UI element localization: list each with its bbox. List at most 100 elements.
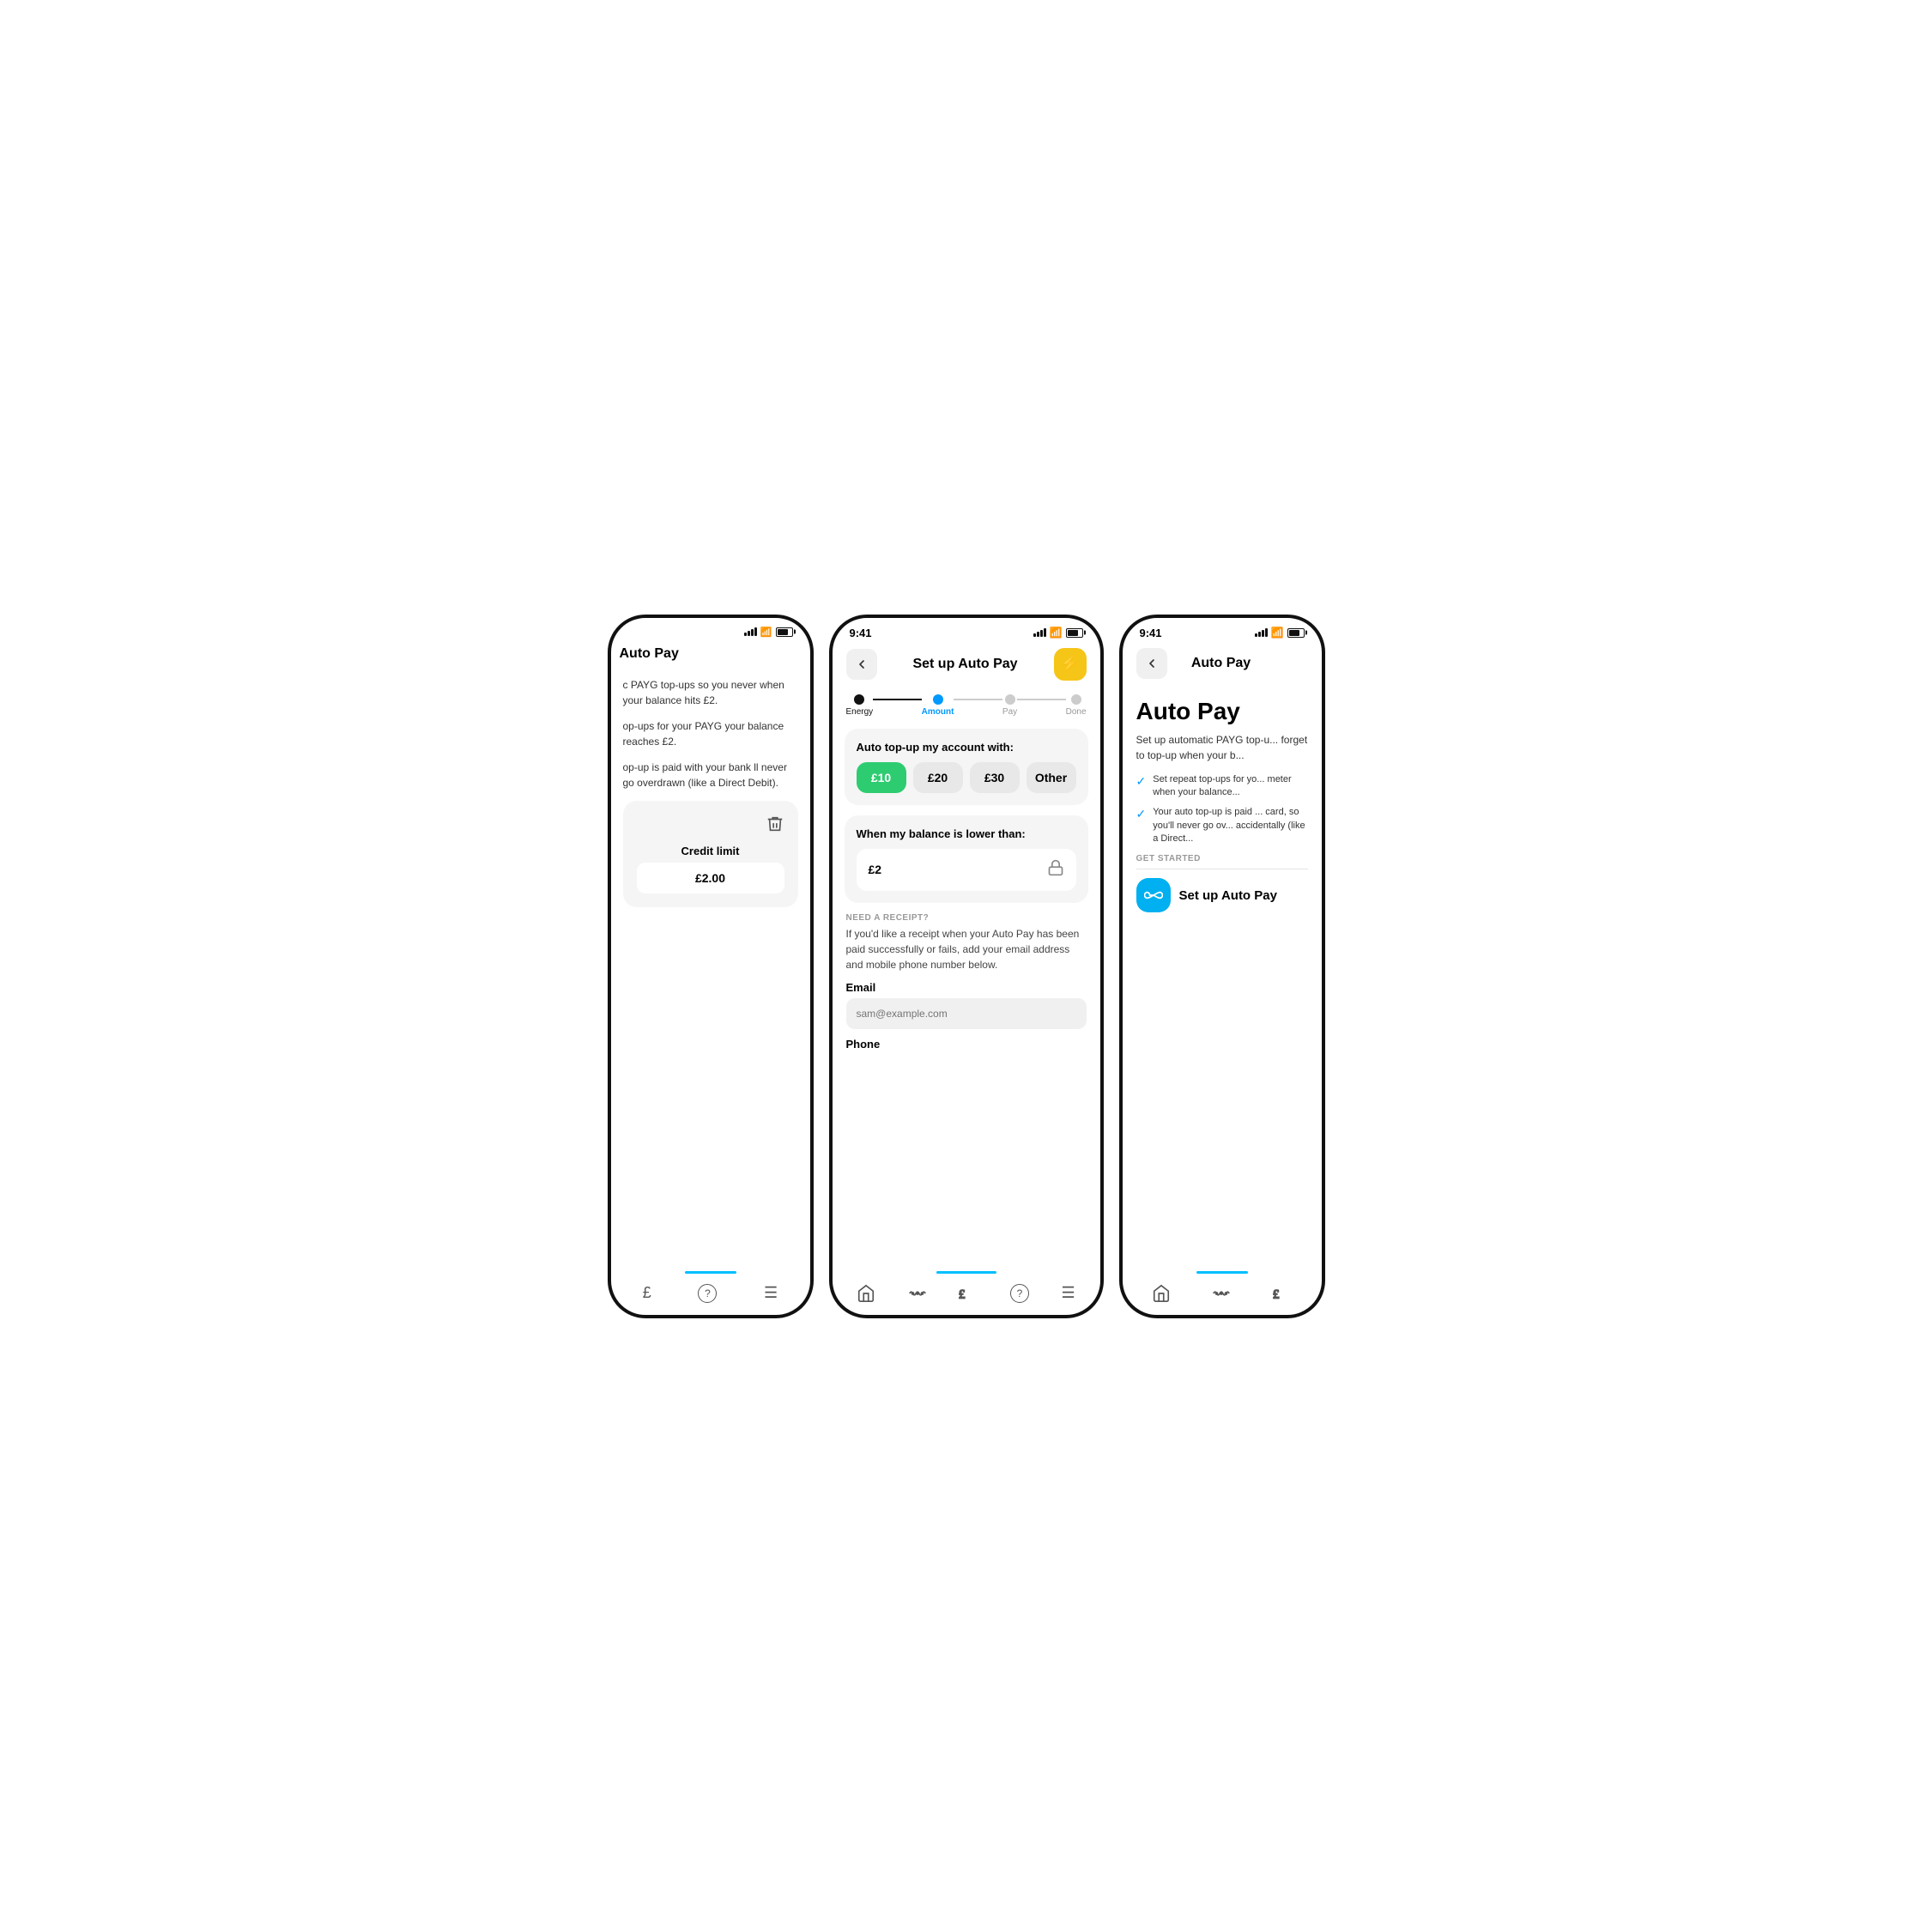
lightning-icon: ⚡ [1060,655,1079,673]
left-desc3: op-up is paid with your bank ll never go… [623,760,798,790]
svg-text:£: £ [1273,1287,1279,1301]
back-button-right[interactable] [1136,648,1167,679]
check-text-2: Your auto top-up is paid ... card, so yo… [1153,806,1307,845]
left-desc2: op-ups for your PAYG your balance reache… [623,718,798,749]
step-line-3 [1017,699,1065,700]
wifi-icon-center: 📶 [1050,627,1063,639]
stepper-center: Energy Amount Pay Done [833,687,1100,720]
balance-row: £2 [857,849,1076,891]
home-icon-right [1152,1284,1171,1303]
wifi-icon-left: 📶 [760,627,772,638]
nav-item-currency-left[interactable]: £ [643,1284,651,1302]
step-label-amount: Amount [922,707,954,717]
balance-card-title: When my balance is lower than: [857,827,1076,840]
step-pay: Pay [1002,694,1017,717]
activity-icon-right [1212,1284,1231,1303]
nav-center: Set up Auto Pay ⚡ [833,643,1100,687]
step-label-done: Done [1066,707,1087,717]
nav-item-currency-right[interactable]: £ [1273,1284,1292,1303]
right-desc: Set up automatic PAYG top-u... forget to… [1136,732,1308,763]
step-amount: Amount [922,694,954,717]
receipt-section: NEED A RECEIPT? If you'd like a receipt … [845,913,1088,1063]
amount-10[interactable]: £10 [857,762,906,793]
topup-card-title: Auto top-up my account with: [857,741,1076,754]
bottom-section-center: £ ? ☰ [833,1271,1100,1315]
step-line-2 [954,699,1002,700]
bottom-indicator-left [685,1271,736,1274]
battery-icon-right [1287,628,1305,638]
phone-right: 9:41 📶 Auto Pay Auto Pay [1119,615,1325,1318]
receipt-desc: If you'd like a receipt when your Auto P… [846,926,1087,972]
credit-limit-card: Credit limit £2.00 [623,801,798,907]
action-button-center[interactable]: ⚡ [1054,648,1087,681]
home-icon-center [857,1284,875,1303]
amount-20[interactable]: £20 [913,762,963,793]
email-label: Email [846,981,1087,994]
back-button-center[interactable] [846,649,877,680]
menu-icon-center: ☰ [1062,1284,1075,1302]
signal-icon-left [744,627,757,636]
battery-icon-center [1066,628,1083,638]
step-label-energy: Energy [846,707,874,717]
nav-item-menu-center[interactable]: ☰ [1062,1284,1075,1302]
bottom-indicator-center [936,1271,996,1274]
left-desc1: c PAYG top-ups so you never when your ba… [623,677,798,708]
step-energy: Energy [846,694,874,717]
nav-left: Auto Pay [611,641,810,669]
check-item-1: ✓ Set repeat top-ups for yo... meter whe… [1136,773,1308,800]
topup-card: Auto top-up my account with: £10 £20 £30… [845,729,1088,805]
step-label-pay: Pay [1002,707,1017,717]
amount-grid: £10 £20 £30 Other [857,762,1076,793]
check-text-1: Set repeat top-ups for yo... meter when … [1153,773,1307,800]
email-input[interactable] [846,998,1087,1029]
currency-icon-center: £ [959,1284,978,1303]
credit-limit-label: Credit limit [637,845,784,857]
page-heading-right: Auto Pay [1136,698,1308,725]
currency-icon-right: £ [1273,1284,1292,1303]
step-dot-amount [933,694,943,705]
nav-item-activity-center[interactable] [908,1284,927,1303]
activity-icon-center [908,1284,927,1303]
balance-value: £2 [869,863,882,876]
nav-item-home-right[interactable] [1152,1284,1171,1303]
balance-card: When my balance is lower than: £2 [845,815,1088,903]
nav-item-help-center[interactable]: ? [1010,1284,1029,1303]
battery-icon-left [776,627,793,637]
phone-center: 9:41 📶 Set up Auto Pay ⚡ [829,615,1104,1318]
help-icon-center: ? [1010,1284,1029,1303]
nav-item-menu-left[interactable]: ☰ [764,1284,778,1302]
phone-left: 📶 Auto Pay c PAYG top-ups so you never w… [608,615,814,1318]
delete-icon[interactable] [766,815,784,838]
nav-title-center: Set up Auto Pay [912,657,1017,672]
nav-item-activity-right[interactable] [1212,1284,1231,1303]
bottom-nav-center: £ ? ☰ [833,1277,1100,1315]
step-done: Done [1066,694,1087,717]
status-time-right: 9:41 [1140,627,1162,639]
wifi-icon-right: 📶 [1271,627,1284,639]
setup-autopay-btn[interactable]: Set up Auto Pay [1136,878,1308,912]
bottom-section-left: £ ? ☰ [611,1271,810,1315]
nav-right: Auto Pay [1123,643,1322,686]
receipt-label: NEED A RECEIPT? [846,913,1087,923]
amount-other[interactable]: Other [1027,762,1076,793]
help-icon-left: ? [698,1284,717,1303]
signal-icon-center [1033,628,1046,637]
nav-item-home-center[interactable] [857,1284,875,1303]
check-icon-1: ✓ [1136,774,1147,789]
step-dot-pay [1005,694,1015,705]
nav-title-right: Auto Pay [1191,656,1251,671]
check-icon-2: ✓ [1136,807,1147,821]
amount-30[interactable]: £30 [970,762,1020,793]
step-dot-done [1071,694,1081,705]
nav-item-help-left[interactable]: ? [698,1284,717,1303]
nav-item-currency-center[interactable]: £ [959,1284,978,1303]
check-item-2: ✓ Your auto top-up is paid ... card, so … [1136,806,1308,845]
phone-label: Phone [846,1038,1087,1051]
status-bar-center: 9:41 📶 [833,618,1100,643]
bottom-nav-left: £ ? ☰ [611,1277,810,1315]
status-time-center: 9:41 [850,627,872,639]
infinity-icon [1136,878,1171,912]
lock-icon [1047,859,1064,881]
step-line-1 [873,699,921,700]
content-center: Auto top-up my account with: £10 £20 £30… [833,720,1100,1271]
